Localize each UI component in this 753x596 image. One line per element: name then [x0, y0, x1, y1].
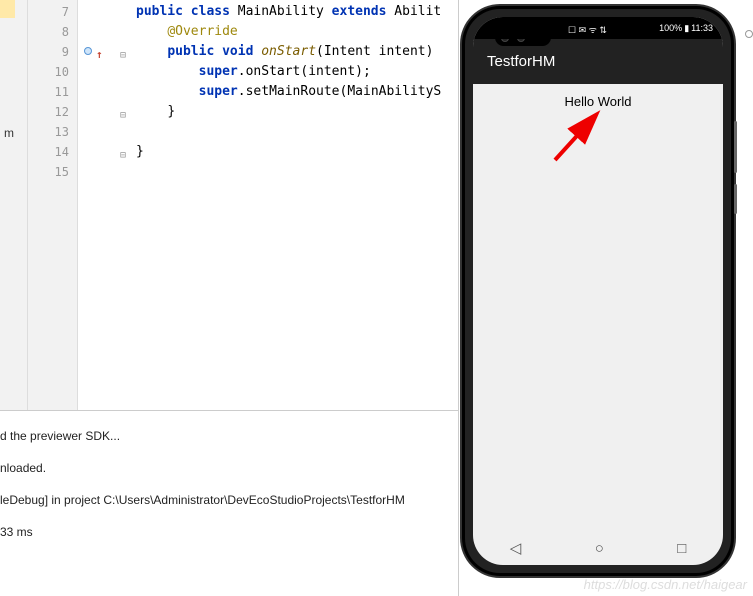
override-icon[interactable] — [84, 47, 92, 55]
code-line[interactable]: super.onStart(intent); — [136, 62, 458, 82]
clock: 11:33 — [691, 23, 713, 33]
navigation-bar: ◁ ○ □ — [473, 531, 723, 565]
project-tree-item[interactable]: m — [4, 126, 14, 140]
hello-world-label: Hello World — [565, 94, 632, 109]
battery-icon: ▮ — [684, 23, 689, 34]
line-number: 14 — [28, 142, 69, 162]
console-line: leDebug] in project C:\Users\Administrat… — [0, 493, 454, 507]
status-icons: ☐ ✉ ᯤ ⇅ — [568, 23, 607, 36]
phone-screen[interactable]: ☐ ✉ ᯤ ⇅ 100% ▮ 11:33 TestforHM Hello Wor… — [473, 17, 723, 565]
code-content[interactable]: public class MainAbility extends Abilit … — [136, 0, 458, 410]
code-line[interactable]: public class MainAbility extends Abilit — [136, 2, 458, 22]
back-button[interactable]: ◁ — [510, 539, 522, 557]
line-number: 12 — [28, 102, 69, 122]
project-tree-selection[interactable] — [0, 0, 15, 18]
line-number: 10 — [28, 62, 69, 82]
line-number: 7 — [28, 2, 69, 22]
line-number: 15 — [28, 162, 69, 182]
line-number: 13 — [28, 122, 69, 142]
project-panel: m — [0, 0, 28, 410]
console-line: d the previewer SDK... — [0, 429, 454, 443]
power-button — [734, 184, 737, 214]
code-line[interactable]: public void onStart(Intent intent) — [136, 42, 458, 62]
volume-button — [734, 121, 737, 173]
app-title: TestforHM — [487, 53, 555, 70]
battery-percent: 100% — [659, 23, 682, 33]
gutter-icons: ↑ ⊟ ⊟ ⊟ — [78, 0, 136, 410]
app-body[interactable]: Hello World — [473, 84, 723, 531]
status-bar: ☐ ✉ ᯤ ⇅ 100% ▮ 11:33 — [473, 17, 723, 39]
line-number: 9 — [28, 42, 69, 62]
line-number: 8 — [28, 22, 69, 42]
code-editor[interactable]: 7 8 9 10 11 12 13 14 15 ↑ ⊟ ⊟ ⊟ public c… — [28, 0, 458, 410]
code-line[interactable]: super.setMainRoute(MainAbilityS — [136, 82, 458, 102]
code-line[interactable]: @Override — [136, 22, 458, 42]
line-number: 11 — [28, 82, 69, 102]
code-line[interactable] — [136, 162, 458, 182]
code-line[interactable] — [136, 122, 458, 142]
console-line: 33 ms — [0, 525, 454, 539]
watermark: https://blog.csdn.net/haigear — [584, 577, 747, 592]
build-output-panel[interactable]: d the previewer SDK... nloaded. leDebug]… — [0, 410, 458, 596]
scroll-indicator-icon — [745, 30, 753, 38]
device-preview: ☐ ✉ ᯤ ⇅ 100% ▮ 11:33 TestforHM Hello Wor… — [462, 6, 734, 576]
code-line[interactable]: } — [136, 102, 458, 122]
console-line: nloaded. — [0, 461, 454, 475]
recent-button[interactable]: □ — [677, 540, 686, 557]
panel-divider[interactable] — [458, 0, 459, 596]
line-number-gutter: 7 8 9 10 11 12 13 14 15 — [28, 0, 78, 410]
home-button[interactable]: ○ — [595, 540, 604, 557]
code-line[interactable]: } — [136, 142, 458, 162]
